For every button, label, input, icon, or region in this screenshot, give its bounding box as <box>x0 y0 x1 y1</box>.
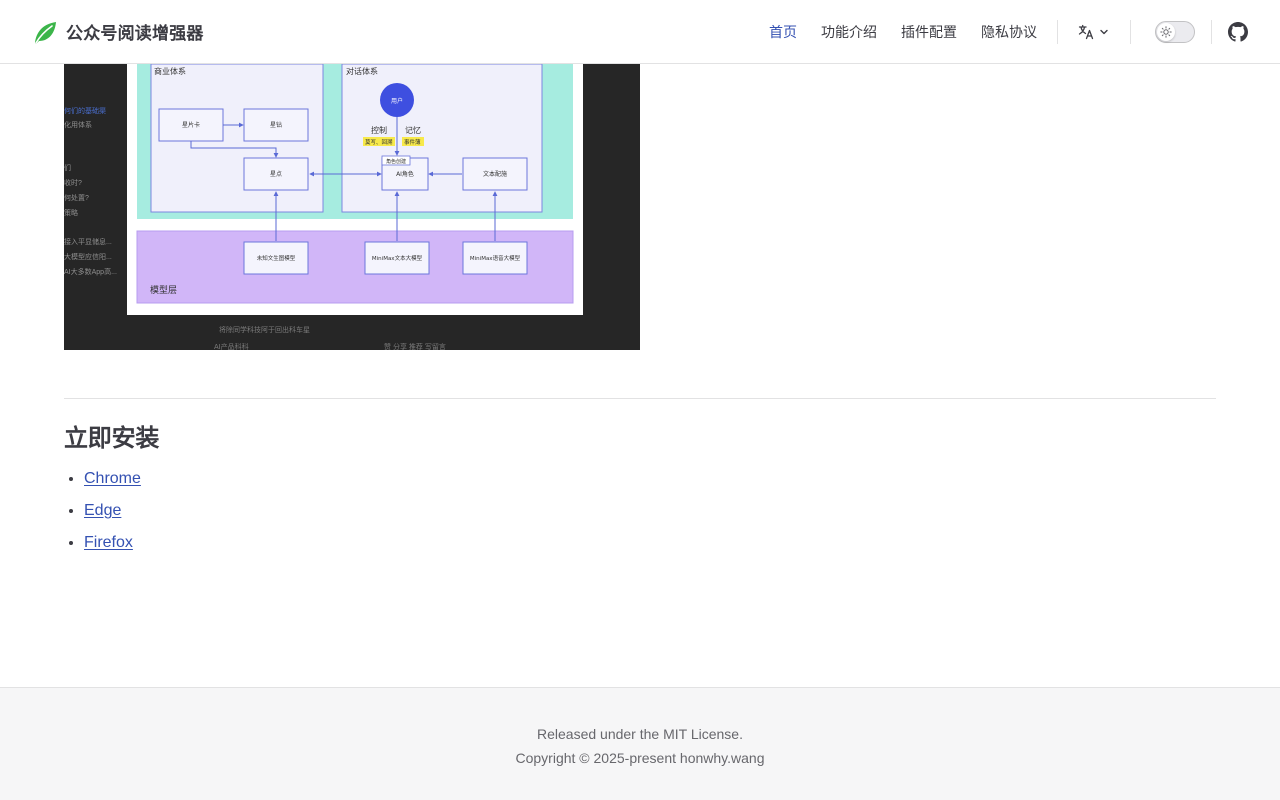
site-title: 公众号阅读增强器 <box>66 24 204 43</box>
diagram-node-star-card: 星片卡 <box>182 121 200 129</box>
diagram-label-dialogue: 对话体系 <box>346 66 378 76</box>
nav-right: 首页 功能介绍 插件配置 隐私协议 <box>757 0 1248 64</box>
install-link-edge[interactable]: Edge <box>84 502 121 519</box>
page-footer: Released under the MIT License. Copyrigh… <box>0 687 1280 800</box>
diagram-node-ai-role: AI角色 <box>396 170 414 178</box>
nav-link-config[interactable]: 插件配置 <box>889 0 969 64</box>
architecture-diagram: 商业体系 对话体系 用户 控制 记忆 莫写、回溯 事件薄 角色创建 星片卡 星钻… <box>136 64 574 304</box>
leaf-logo-icon <box>35 21 56 44</box>
diagram-node-star-point: 星点 <box>270 170 282 178</box>
screenshot-side-text: 策略 <box>64 210 78 217</box>
language-switcher[interactable] <box>1066 12 1122 52</box>
nav-link-home[interactable]: 首页 <box>757 0 809 64</box>
list-item: Firefox <box>84 531 1216 555</box>
screenshot-side-text: 化用体系 <box>64 122 92 129</box>
nav-divider <box>1057 19 1058 44</box>
install-link-firefox[interactable]: Firefox <box>84 534 133 551</box>
screenshot-side-text: 收时? <box>64 180 82 187</box>
diagram-node-model-minimax-text: MiniMax文本大模型 <box>372 254 423 262</box>
nav-link-features[interactable]: 功能介绍 <box>809 0 889 64</box>
chevron-down-icon <box>1100 29 1108 34</box>
screenshot-side-text: 大模型应信阳... <box>64 254 112 261</box>
diagram-label-control-sub: 莫写、回溯 <box>365 138 393 146</box>
footer-license: Released under the MIT License. <box>537 726 743 742</box>
architecture-screenshot: 何们的基础渠 化用体系 们 收时? 何处置? 策略 接入平显储息... 大模型应… <box>64 64 640 350</box>
brand-home-link[interactable]: 公众号阅读增强器 <box>32 19 204 45</box>
diagram-label-control: 控制 <box>371 125 387 135</box>
nav-link-privacy[interactable]: 隐私协议 <box>969 0 1049 64</box>
screenshot-side-text: 接入平显储息... <box>64 239 112 246</box>
list-item: Edge <box>84 499 1216 523</box>
screenshot-side-text: AI大多数App高... <box>64 269 117 276</box>
diagram-label-role-create: 角色创建 <box>386 158 406 165</box>
diagram-canvas: 商业体系 对话体系 用户 控制 记忆 莫写、回溯 事件薄 角色创建 星片卡 星钻… <box>127 64 583 315</box>
install-heading: 立即安装 <box>64 425 160 452</box>
screenshot-actions: 赞 分享 推荐 写留言 <box>384 344 446 350</box>
translate-icon <box>1078 24 1094 39</box>
screenshot-author: AI产品科科 <box>214 344 249 350</box>
diagram-label-memory: 记忆 <box>405 125 421 135</box>
nav-divider-2 <box>1130 19 1131 44</box>
footer-copyright: Copyright © 2025-present honwhy.wang <box>515 750 765 766</box>
diagram-label-model-layer: 模型层 <box>150 285 177 296</box>
list-item: Chrome <box>84 467 1216 491</box>
diagram-node-model-unknown: 未知文生图模型 <box>257 254 296 262</box>
nav-links: 首页 功能介绍 插件配置 隐私协议 <box>757 0 1049 64</box>
theme-toggle-knob <box>1157 22 1175 41</box>
section-divider <box>64 398 1216 399</box>
diagram-node-model-minimax-voice: MiniMax语音大模型 <box>470 254 521 262</box>
diagram-node-star-drill: 星钻 <box>270 121 282 129</box>
install-list: Chrome Edge Firefox <box>64 467 1216 555</box>
install-link-chrome[interactable]: Chrome <box>84 470 141 487</box>
screenshot-side-text: 何处置? <box>64 195 89 202</box>
github-icon <box>1228 21 1248 42</box>
top-navbar: 公众号阅读增强器 首页 功能介绍 插件配置 隐私协议 <box>0 0 1280 64</box>
main-content: 何们的基础渠 化用体系 们 收时? 何处置? 策略 接入平显储息... 大模型应… <box>64 64 1216 555</box>
screenshot-side-text: 们 <box>64 165 71 172</box>
theme-toggle[interactable] <box>1155 20 1195 43</box>
diagram-label-user: 用户 <box>391 97 403 105</box>
github-link[interactable] <box>1212 21 1248 42</box>
screenshot-side-text: 何们的基础渠 <box>64 108 106 115</box>
diagram-node-text-match: 文本配施 <box>483 170 507 178</box>
sun-icon <box>1160 25 1172 38</box>
diagram-label-business: 商业体系 <box>154 66 186 76</box>
screenshot-caption: 将除同学科技阿于回出科车星 <box>219 327 310 334</box>
diagram-label-memory-sub: 事件薄 <box>404 138 421 146</box>
